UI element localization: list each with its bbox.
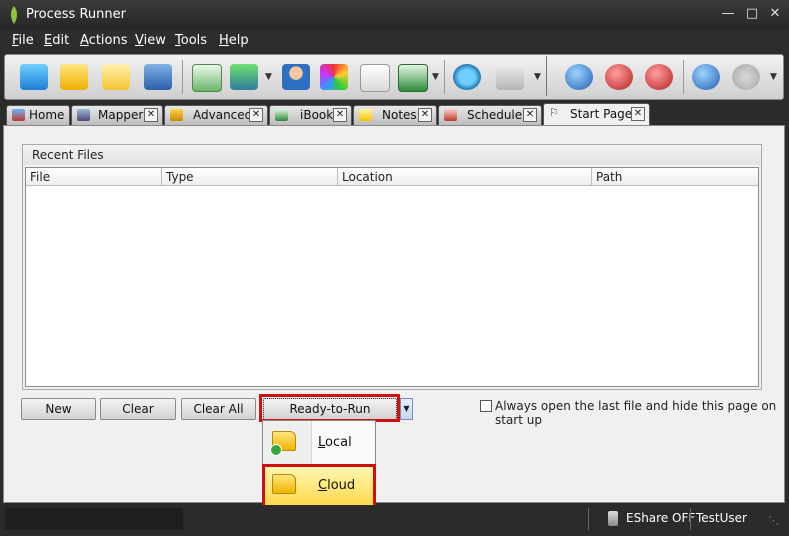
chevron-down-icon[interactable]: ▼ <box>265 72 272 82</box>
close-tab-icon[interactable]: ✕ <box>333 108 347 122</box>
run-icon[interactable] <box>565 64 593 90</box>
tab-notes[interactable]: Notes ✕ <box>353 105 437 125</box>
note-icon <box>359 109 372 121</box>
column-header-location[interactable]: Location <box>338 168 592 186</box>
close-tab-icon[interactable]: ✕ <box>144 108 158 122</box>
close-tab-icon[interactable]: ✕ <box>249 108 263 122</box>
close-tab-icon[interactable]: ✕ <box>418 108 432 122</box>
menu-tools[interactable]: Tools <box>175 33 207 48</box>
dropdown-item-local-label: Local <box>318 435 352 450</box>
tab-mapper[interactable]: Mapper ✕ <box>71 105 163 125</box>
cloud-folder-icon <box>272 474 296 494</box>
dropdown-item-cloud-label: Cloud <box>318 478 356 493</box>
database-icon[interactable] <box>453 64 481 90</box>
run-repeat-icon[interactable] <box>645 64 673 90</box>
recent-files-header <box>23 145 761 165</box>
resize-grip-icon[interactable]: ⋱ <box>768 514 779 527</box>
debug-run-icon[interactable] <box>692 64 720 90</box>
home-icon <box>12 109 25 121</box>
always-open-label: Always open the last file and hide this … <box>495 399 777 427</box>
mapper-tab-icon <box>77 109 90 121</box>
calendar-icon <box>444 109 457 121</box>
ibook-icon[interactable] <box>230 64 258 90</box>
status-separator <box>588 508 589 530</box>
palette-icon[interactable] <box>320 64 348 90</box>
open-folder-icon[interactable] <box>60 64 88 90</box>
clear-all-button[interactable]: Clear All <box>181 398 256 420</box>
toolbar-separator <box>444 60 445 94</box>
ibook-tab-icon <box>275 109 288 121</box>
new-button[interactable]: New <box>21 398 96 420</box>
menu-file[interactable]: File <box>12 33 34 48</box>
menu-view[interactable]: View <box>135 33 166 48</box>
close-tab-icon[interactable]: ✕ <box>523 108 537 122</box>
cloud-folder-icon[interactable] <box>102 64 130 90</box>
tab-home[interactable]: Home <box>6 105 70 125</box>
recent-files-title: Recent Files <box>32 148 104 162</box>
eshare-status[interactable]: EShare OFF <box>626 511 695 525</box>
window-title: Process Runner <box>26 7 126 22</box>
toolbar-separator <box>546 56 547 96</box>
menu-help[interactable]: Help <box>219 33 249 48</box>
minimize-button[interactable]: — <box>720 6 736 22</box>
clear-button[interactable]: Clear <box>100 398 176 420</box>
status-separator <box>690 508 691 530</box>
ready-to-run-dropdown-toggle[interactable]: ▼ <box>400 398 413 420</box>
chevron-down-icon[interactable]: ▼ <box>770 72 777 82</box>
save-icon[interactable] <box>144 64 172 90</box>
column-header-type[interactable]: Type <box>162 168 338 186</box>
app-logo-icon <box>11 6 17 24</box>
user-icon[interactable] <box>282 64 310 90</box>
current-user: TestUser <box>696 511 747 525</box>
server-icon <box>608 511 618 526</box>
run-validate-icon[interactable] <box>605 64 633 90</box>
mapper-icon[interactable] <box>192 64 222 92</box>
status-message-field <box>5 508 183 530</box>
tab-scheduler[interactable]: Scheduler ✕ <box>438 105 542 125</box>
close-button[interactable]: ✕ <box>767 6 783 22</box>
column-header-file[interactable]: File <box>26 168 162 186</box>
excel-icon[interactable] <box>398 64 428 92</box>
toolbar-separator <box>683 60 684 94</box>
ruler-icon <box>170 109 183 121</box>
tab-start-page[interactable]: ⚐ Start Page ✕ <box>543 103 650 126</box>
chevron-down-icon[interactable]: ▼ <box>432 72 439 82</box>
tab-advanced[interactable]: Advanced ✕ <box>164 105 268 125</box>
menu-edit[interactable]: Edit <box>44 33 69 48</box>
add-document-icon[interactable] <box>360 64 390 92</box>
chevron-down-icon[interactable]: ▼ <box>534 72 541 82</box>
ready-to-run-highlight-frame <box>259 394 400 422</box>
toolbar-separator <box>182 60 183 94</box>
start-flag-icon: ⚐ <box>549 106 559 119</box>
new-project-icon[interactable] <box>20 64 48 90</box>
always-open-checkbox[interactable] <box>480 400 492 412</box>
maximize-button[interactable]: □ <box>744 6 760 22</box>
stop-icon <box>732 64 760 90</box>
inspect-icon[interactable] <box>496 64 524 90</box>
close-tab-icon[interactable]: ✕ <box>631 107 645 121</box>
tab-ibook[interactable]: iBook ✕ <box>269 105 352 125</box>
column-header-path[interactable]: Path <box>592 168 758 186</box>
recent-files-list[interactable] <box>25 167 759 387</box>
menu-actions[interactable]: Actions <box>80 33 128 48</box>
add-badge-icon <box>270 444 282 456</box>
